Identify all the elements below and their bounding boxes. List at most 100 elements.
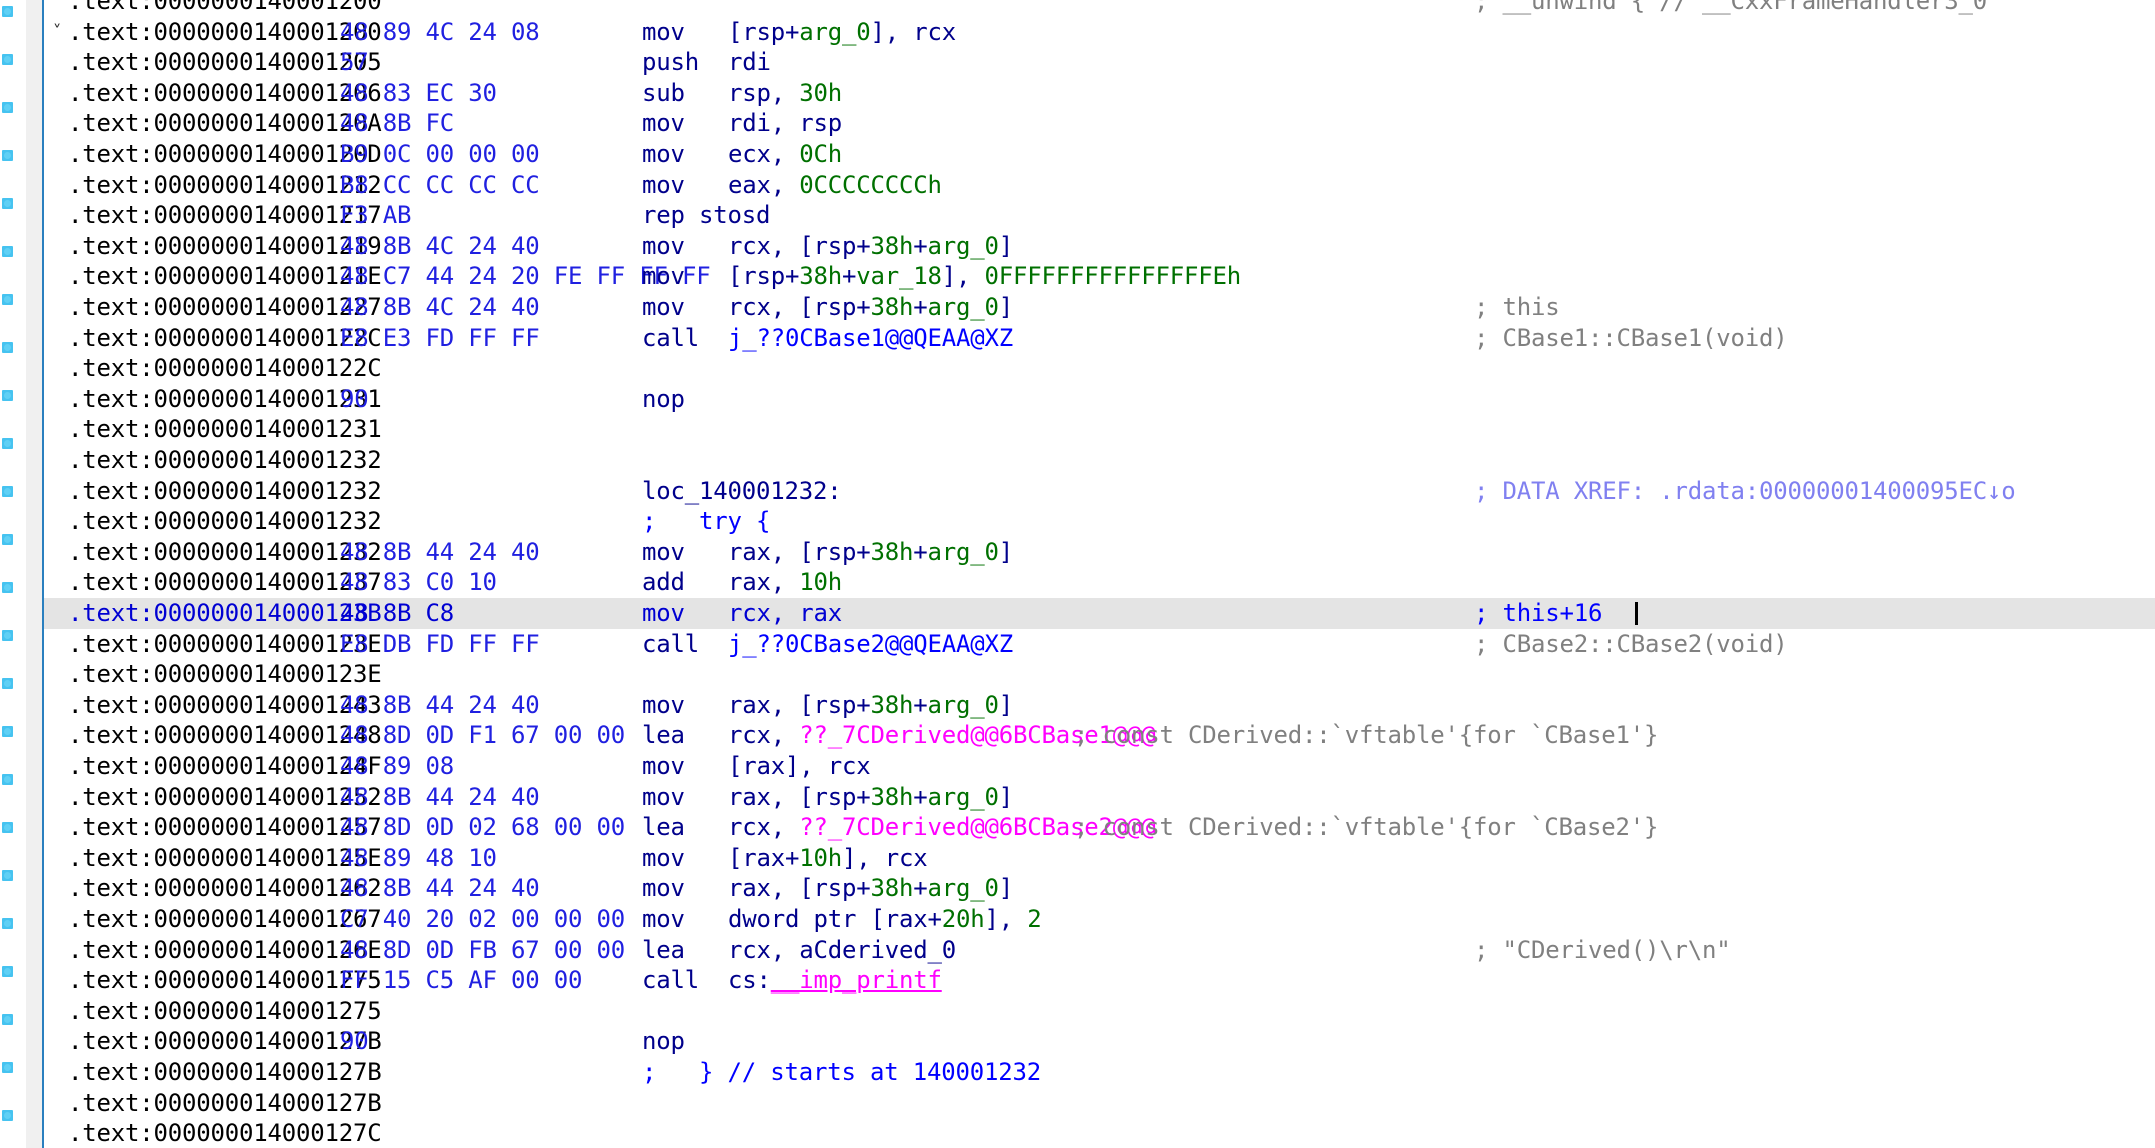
disassembly-line[interactable]: .text:0000000140001217 F3 AB rep stosd bbox=[44, 200, 2155, 231]
xref-marker-icon[interactable] bbox=[2, 486, 13, 497]
call-target[interactable]: j_??0CBase1@@QEAA@XZ bbox=[728, 324, 1013, 352]
opcode-bytes: B9 0C 00 00 00 bbox=[340, 140, 540, 168]
disassembly-line[interactable]: .text:000000014000121E 48 C7 44 24 20 FE … bbox=[44, 261, 2155, 292]
operands[interactable]: [rsp+arg_0], rcx bbox=[728, 17, 956, 48]
operands[interactable]: ecx, 0Ch bbox=[728, 139, 842, 170]
disassembly-line[interactable]: .text:0000000140001206 48 83 EC 30 sub rsp,… bbox=[44, 78, 2155, 109]
operands[interactable]: rsp, 30h bbox=[728, 78, 842, 109]
disassembly-line[interactable]: .text:000000014000127B bbox=[44, 1088, 2155, 1119]
xref-marker-icon[interactable] bbox=[2, 918, 13, 929]
xref-arrow-gutter[interactable] bbox=[0, 0, 26, 1148]
xref-marker-icon[interactable] bbox=[2, 630, 13, 641]
operands[interactable]: [rax+10h], rcx bbox=[728, 843, 928, 874]
xref-marker-icon[interactable] bbox=[2, 438, 13, 449]
operands[interactable]: dword ptr [rax+20h], 2 bbox=[728, 904, 1042, 935]
disassembly-line[interactable]: .text:0000000140001205 57 push rdi bbox=[44, 47, 2155, 78]
operands[interactable]: rax, [rsp+38h+arg_0] bbox=[728, 537, 1013, 568]
operands[interactable]: j_??0CBase2@@QEAA@XZ bbox=[728, 629, 1013, 660]
operands[interactable]: rcx, [rsp+38h+arg_0] bbox=[728, 231, 1013, 262]
operands[interactable]: cs:__imp_printf bbox=[728, 965, 942, 996]
xref-marker-icon[interactable] bbox=[2, 1062, 13, 1073]
operands[interactable]: rdi, rsp bbox=[728, 108, 842, 139]
disassembly-line[interactable]: .text:0000000140001232 bbox=[44, 445, 2155, 476]
disassembly-line[interactable]: .text:0000000140001219 48 8B 4C 24 40 mov r… bbox=[44, 231, 2155, 262]
line-address: .text:0000000140001252 bbox=[68, 782, 382, 811]
mnemonic: mov bbox=[642, 599, 685, 627]
disassembly-line-selected[interactable]: .text:000000014000123B 48 8B C8 mov rcx, ra… bbox=[44, 598, 2155, 629]
xref-marker-icon[interactable] bbox=[2, 150, 13, 161]
operands[interactable]: rax, [rsp+38h+arg_0] bbox=[728, 690, 1013, 721]
xref-marker-icon[interactable] bbox=[2, 1014, 13, 1025]
disassembly-line[interactable]: .text:0000000140001231 bbox=[44, 414, 2155, 445]
disassembly-line[interactable]: .text:000000014000125E 48 89 48 10 mov [rax… bbox=[44, 843, 2155, 874]
disassembly-line[interactable]: .text:000000014000122C E8 E3 FD FF FF call… bbox=[44, 323, 2155, 354]
xref-marker-icon[interactable] bbox=[2, 966, 13, 977]
disassembly-line[interactable]: .text:000000014000124F 48 89 08 mov [rax], … bbox=[44, 751, 2155, 782]
disassembly-line[interactable]: .text:000000014000122C bbox=[44, 353, 2155, 384]
disassembly-line[interactable]: .text:0000000140001257 48 8D 0D 02 68 00 … bbox=[44, 812, 2155, 843]
disassembly-line[interactable]: .text:0000000140001275 FF 15 C5 AF 00 00 c… bbox=[44, 965, 2155, 996]
disassembly-line[interactable]: .text:000000014000127B ; } // starts at 1… bbox=[44, 1057, 2155, 1088]
disassembly-line[interactable]: .text:0000000140001232 loc_140001232: ; DA… bbox=[44, 476, 2155, 507]
disassembly-line[interactable]: .text:0000000140001267 C7 40 20 02 00 00 … bbox=[44, 904, 2155, 935]
disassembly-line[interactable]: .text:0000000140001237 48 83 C0 10 add rax,… bbox=[44, 567, 2155, 598]
xref-marker-icon[interactable] bbox=[2, 246, 13, 257]
disassembly-line[interactable]: .text:000000014000120D B9 0C 00 00 00 mov e… bbox=[44, 139, 2155, 170]
disassembly-line[interactable]: .text:0000000140001231 90 nop bbox=[44, 384, 2155, 415]
disassembly-line[interactable]: .text:000000014000123E bbox=[44, 659, 2155, 690]
xref-marker-icon[interactable] bbox=[2, 342, 13, 353]
disassembly-line[interactable]: .text:000000014000126E 48 8D 0D FB 67 00 … bbox=[44, 935, 2155, 966]
opcode-bytes: 57 bbox=[340, 48, 369, 77]
disassembly-line[interactable]: .text:0000000140001227 48 8B 4C 24 40 mov r… bbox=[44, 292, 2155, 323]
disassembly-line[interactable]: .text:0000000140001252 48 8B 44 24 40 mov r… bbox=[44, 782, 2155, 813]
opcode-bytes: 48 83 EC 30 bbox=[340, 78, 497, 107]
disassembly-line[interactable]: .text:0000000140001243 48 8B 44 24 40 mov r… bbox=[44, 690, 2155, 721]
operand-text: ] bbox=[998, 874, 1013, 903]
xref-marker-icon[interactable] bbox=[2, 678, 13, 689]
disassembly-listing[interactable]: .text:0000000140001200 ; __unwind { // __… bbox=[44, 0, 2155, 1148]
operands[interactable]: [rax], rcx bbox=[728, 751, 871, 782]
opcode-bytes: 48 8B C8 bbox=[340, 599, 454, 627]
xref-marker-icon[interactable] bbox=[2, 294, 13, 305]
xref-marker-icon[interactable] bbox=[2, 822, 13, 833]
chevron-down-icon[interactable]: ˅ bbox=[46, 17, 68, 48]
operands[interactable]: rcx, rax bbox=[728, 598, 842, 629]
xref-marker-icon[interactable] bbox=[2, 1110, 13, 1121]
operands[interactable]: eax, 0CCCCCCCCh bbox=[728, 170, 942, 201]
operands[interactable]: rax, [rsp+38h+arg_0] bbox=[728, 782, 1013, 813]
disassembly-line[interactable]: ˅ .text:0000000140001200 48 89 4C 24 08 mov… bbox=[44, 17, 2155, 48]
operands[interactable]: rcx, aCderived_0 bbox=[728, 935, 956, 966]
xref-marker-icon[interactable] bbox=[2, 6, 13, 17]
xref-marker-icon[interactable] bbox=[2, 198, 13, 209]
xref-marker-icon[interactable] bbox=[2, 774, 13, 785]
xref-marker-icon[interactable] bbox=[2, 102, 13, 113]
disassembly-line[interactable]: .text:0000000140001248 48 8D 0D F1 67 00 … bbox=[44, 720, 2155, 751]
disassembly-line[interactable]: .text:000000014000127C bbox=[44, 1118, 2155, 1148]
mnemonic: rep stosd bbox=[642, 201, 771, 230]
xref-marker-icon[interactable] bbox=[2, 390, 13, 401]
disassembly-line[interactable]: .text:0000000140001262 48 8B 44 24 40 mov r… bbox=[44, 873, 2155, 904]
xref-marker-icon[interactable] bbox=[2, 582, 13, 593]
disassembly-line[interactable]: .text:000000014000120A 48 8B FC mov rdi, rs… bbox=[44, 108, 2155, 139]
xref-marker-icon[interactable] bbox=[2, 54, 13, 65]
xref-marker-icon[interactable] bbox=[2, 534, 13, 545]
operands[interactable]: rax, 10h bbox=[728, 567, 842, 598]
operands[interactable]: rcx, [rsp+38h+arg_0] bbox=[728, 292, 1013, 323]
operands[interactable]: rax, [rsp+38h+arg_0] bbox=[728, 873, 1013, 904]
disassembly-line[interactable]: .text:0000000140001200 ; __unwind { // __… bbox=[44, 0, 2155, 17]
xref-marker-icon[interactable] bbox=[2, 726, 13, 737]
operands[interactable]: rdi bbox=[728, 47, 771, 78]
xref-marker-icon[interactable] bbox=[2, 870, 13, 881]
operands[interactable]: j_??0CBase1@@QEAA@XZ bbox=[728, 323, 1013, 354]
disassembly-line[interactable]: .text:0000000140001232 48 8B 44 24 40 mov r… bbox=[44, 537, 2155, 568]
call-target[interactable]: j_??0CBase2@@QEAA@XZ bbox=[728, 630, 1013, 658]
imported-symbol[interactable]: __imp_printf bbox=[771, 966, 942, 994]
disassembly-line[interactable]: .text:000000014000127B 90 nop bbox=[44, 1026, 2155, 1057]
opcode-bytes: 90 bbox=[340, 384, 369, 413]
disassembly-line[interactable]: .text:0000000140001275 bbox=[44, 996, 2155, 1027]
disassembly-line[interactable]: .text:0000000140001212 B8 CC CC CC CC mov e… bbox=[44, 170, 2155, 201]
operands[interactable]: [rsp+38h+var_18], 0FFFFFFFFFFFFFFFEh bbox=[728, 261, 1241, 292]
line-address: .text:0000000140001232 bbox=[68, 476, 382, 505]
disassembly-line[interactable]: .text:0000000140001232 ; try { bbox=[44, 506, 2155, 537]
disassembly-line[interactable]: .text:000000014000123E E8 DB FD FF FF call… bbox=[44, 629, 2155, 660]
